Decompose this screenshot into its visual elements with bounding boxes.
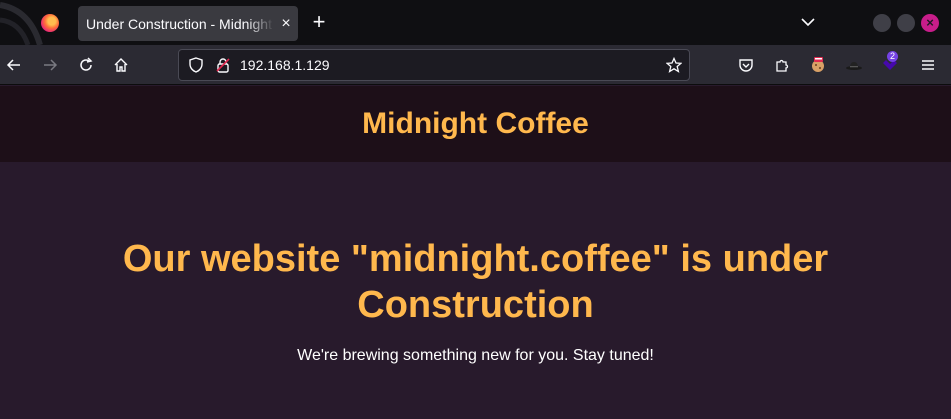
firefox-icon[interactable]	[41, 14, 59, 32]
cookie-editor-icon	[812, 57, 824, 72]
site-title: Midnight Coffee	[362, 107, 589, 140]
decorative-swoosh	[0, 2, 43, 45]
page-content: Midnight Coffee Our website "midnight.co…	[0, 86, 951, 419]
home-button[interactable]	[109, 53, 133, 77]
close-window-button[interactable]: ×	[921, 14, 939, 32]
new-tab-button[interactable]: +	[308, 11, 330, 34]
extension-hat-button[interactable]	[842, 53, 866, 77]
hero-heading-line2: Construction	[357, 284, 594, 326]
minimize-button[interactable]	[873, 14, 891, 32]
reload-button[interactable]	[74, 53, 98, 77]
site-header: Midnight Coffee	[0, 86, 951, 162]
tab-strip: Under Construction - Midnight Coffee × +…	[0, 0, 951, 45]
nav-toolbar: 192.168.1.129 2	[0, 45, 951, 85]
pocket-button[interactable]	[734, 53, 758, 77]
hero-heading-line1: Our website "midnight.coffee" is under	[122, 238, 829, 280]
arrow-right-icon	[44, 59, 58, 71]
tab-title: Under Construction - Midnight Coffee	[86, 15, 274, 32]
extension-badge: 2	[887, 51, 899, 62]
hat-icon	[846, 62, 862, 70]
puzzle-icon	[776, 59, 789, 72]
insecure-lock-icon[interactable]	[215, 57, 231, 73]
forward-button[interactable]	[38, 53, 62, 77]
url-bar[interactable]: 192.168.1.129	[178, 49, 690, 81]
tab-close-icon[interactable]: ×	[276, 15, 296, 33]
tab-active[interactable]: Under Construction - Midnight Coffee ×	[78, 6, 298, 41]
bookmark-star-icon[interactable]	[666, 57, 682, 73]
shield-icon[interactable]	[188, 57, 204, 73]
extension-cookie-button[interactable]	[806, 53, 830, 77]
reload-icon	[80, 57, 93, 71]
extensions-button[interactable]	[770, 53, 794, 77]
menu-button[interactable]	[916, 53, 940, 77]
chevron-down-icon[interactable]	[798, 12, 818, 32]
arrow-left-icon	[6, 59, 20, 71]
maximize-button[interactable]	[897, 14, 915, 32]
hero-heading: Our website "midnight.coffee" is under C…	[60, 236, 891, 328]
url-text[interactable]: 192.168.1.129	[240, 57, 330, 73]
back-button[interactable]	[2, 53, 26, 77]
hero-subtitle: We're brewing something new for you. Sta…	[297, 347, 654, 364]
home-icon	[114, 58, 128, 72]
close-icon: ×	[926, 15, 934, 30]
hamburger-icon	[922, 60, 934, 70]
pocket-icon	[739, 59, 753, 72]
